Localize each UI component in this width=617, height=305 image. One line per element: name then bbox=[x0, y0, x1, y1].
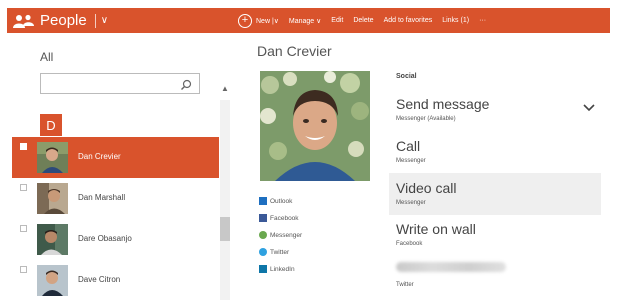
contact-name: Dare Obasanjo bbox=[78, 234, 132, 243]
social-link-label: Messenger bbox=[270, 231, 303, 239]
action-subtitle: Messenger bbox=[396, 200, 426, 206]
contact-checkbox[interactable] bbox=[20, 225, 27, 232]
social-link-facebook[interactable]: Facebook bbox=[259, 214, 299, 222]
plus-icon[interactable]: + bbox=[238, 13, 252, 28]
contact-row[interactable]: Dan Crevier bbox=[12, 137, 219, 178]
social-link-messenger[interactable]: Messenger bbox=[259, 231, 302, 239]
group-letter-tile[interactable]: D bbox=[40, 114, 62, 136]
scroll-up-arrow-icon[interactable]: ▲ bbox=[221, 84, 229, 93]
new-button[interactable]: New |∨ bbox=[256, 17, 279, 25]
social-link-label: LinkedIn bbox=[270, 265, 295, 273]
outlook-icon bbox=[259, 197, 267, 205]
scrollbar-track[interactable] bbox=[220, 100, 230, 300]
facebook-icon bbox=[259, 214, 267, 222]
linkedin-icon bbox=[259, 265, 267, 273]
action-title: Video call bbox=[396, 180, 457, 196]
scrollbar-thumb[interactable] bbox=[220, 217, 230, 241]
app-header: People ∨ + New |∨ Manage ∨ Edit Delete A… bbox=[7, 8, 610, 33]
contact-detail-name: Dan Crevier bbox=[257, 43, 332, 59]
action-subtitle: Messenger (Available) bbox=[396, 116, 456, 122]
app-title-area[interactable]: People ∨ bbox=[13, 8, 108, 33]
avatar bbox=[37, 224, 68, 255]
search-input[interactable] bbox=[40, 73, 200, 94]
avatar bbox=[37, 183, 68, 214]
contact-name: Dave Citron bbox=[78, 275, 121, 284]
contact-row[interactable]: Dare Obasanjo bbox=[12, 219, 219, 260]
action-subtitle: Messenger bbox=[396, 158, 426, 164]
edit-button[interactable]: Edit bbox=[331, 17, 343, 24]
social-link-label: Outlook bbox=[270, 197, 293, 205]
action-title: Send message bbox=[396, 96, 490, 112]
social-link-label: Twitter bbox=[270, 248, 290, 256]
social-link-label: Facebook bbox=[270, 214, 299, 222]
write-on-wall-action[interactable]: Write on wall Facebook bbox=[389, 214, 601, 256]
links-button[interactable]: Links (1) bbox=[442, 17, 469, 24]
video-call-action[interactable]: Video call Messenger bbox=[389, 173, 601, 215]
contact-row[interactable]: Dan Marshall bbox=[12, 178, 219, 219]
people-icon bbox=[13, 14, 35, 28]
manage-button[interactable]: Manage ∨ bbox=[289, 17, 321, 25]
app-title: People bbox=[40, 12, 87, 29]
call-action[interactable]: Call Messenger bbox=[389, 131, 601, 173]
send-message-action[interactable]: Send message Messenger (Available) bbox=[389, 89, 601, 131]
search-icon[interactable] bbox=[180, 78, 192, 90]
contact-checkbox[interactable] bbox=[20, 266, 27, 273]
blurred-handle bbox=[396, 262, 506, 272]
social-link-linkedin[interactable]: LinkedIn bbox=[259, 265, 295, 273]
action-title: Write on wall bbox=[396, 221, 476, 237]
contact-photo bbox=[260, 71, 370, 181]
manage-label: Manage bbox=[288, 17, 315, 25]
messenger-icon bbox=[259, 231, 267, 239]
contact-row[interactable]: Dave Citron bbox=[12, 260, 219, 301]
list-title: All bbox=[40, 50, 54, 64]
social-heading: Social bbox=[396, 73, 417, 80]
contact-checkbox[interactable] bbox=[20, 143, 27, 150]
command-bar: + New |∨ Manage ∨ Edit Delete Add to fav… bbox=[238, 8, 496, 33]
contact-checkbox[interactable] bbox=[20, 184, 27, 191]
delete-button[interactable]: Delete bbox=[353, 17, 373, 24]
chevron-down-icon[interactable] bbox=[582, 100, 596, 112]
social-link-twitter[interactable]: Twitter bbox=[259, 248, 289, 256]
new-label: New bbox=[256, 17, 271, 25]
social-link-outlook[interactable]: Outlook bbox=[259, 197, 292, 205]
avatar bbox=[37, 142, 68, 173]
contact-name: Dan Marshall bbox=[78, 193, 126, 202]
add-to-favorites-button[interactable]: Add to favorites bbox=[384, 17, 433, 24]
title-divider bbox=[94, 13, 96, 28]
action-subtitle: Twitter bbox=[396, 282, 414, 288]
chevron-down-icon[interactable]: ∨ bbox=[101, 15, 108, 26]
twitter-icon bbox=[259, 248, 267, 256]
action-subtitle: Facebook bbox=[396, 241, 423, 247]
twitter-action[interactable]: Twitter bbox=[389, 256, 601, 298]
more-options-button[interactable]: ··· bbox=[479, 17, 486, 24]
action-title: Call bbox=[396, 138, 421, 154]
avatar bbox=[37, 265, 68, 296]
contact-name: Dan Crevier bbox=[78, 152, 121, 161]
